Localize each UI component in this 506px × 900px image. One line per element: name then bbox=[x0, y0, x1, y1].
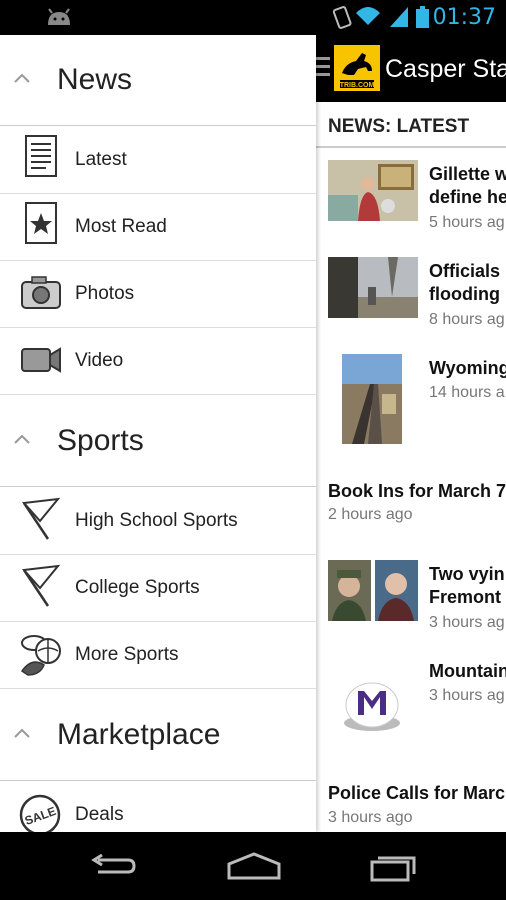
drawer-item-label: Photos bbox=[75, 283, 135, 304]
story-item[interactable]: Wyoming 14 hours a bbox=[316, 342, 506, 457]
pennant-icon bbox=[21, 497, 61, 540]
story-time: 2 hours ago bbox=[328, 506, 413, 523]
drawer-item-label: More Sports bbox=[75, 644, 179, 665]
chevron-up-icon bbox=[14, 73, 30, 83]
story-time: 3 hours ag bbox=[429, 687, 505, 704]
chevron-up-icon bbox=[14, 728, 30, 738]
story-item[interactable]: Police Calls for Marc 3 hours ago bbox=[316, 759, 506, 832]
story-title: Police Calls for Marc bbox=[328, 783, 506, 803]
drawer-item-video[interactable]: Video bbox=[0, 327, 316, 395]
story-item[interactable]: Gillette w define he 5 hours ag bbox=[316, 148, 506, 246]
story-time: 8 hours ag bbox=[429, 311, 505, 328]
pennant-icon bbox=[21, 564, 61, 607]
drawer-toggle-icon[interactable] bbox=[316, 57, 330, 81]
drawer-item-more-sports[interactable]: More Sports bbox=[0, 621, 316, 689]
group-header-sports[interactable]: Sports bbox=[0, 396, 316, 487]
story-time: 3 hours ago bbox=[328, 809, 413, 826]
story-title: Gillette w bbox=[429, 164, 506, 184]
drawer-item-deals[interactable]: SALE Deals bbox=[0, 781, 316, 832]
story-time: 14 hours a bbox=[429, 384, 505, 401]
video-camera-icon bbox=[21, 347, 61, 373]
story-title: Mountain bbox=[429, 661, 506, 681]
group-header-news[interactable]: News bbox=[0, 35, 316, 126]
battery-icon bbox=[416, 6, 429, 28]
drawer-item-latest[interactable]: Latest bbox=[0, 126, 316, 194]
home-icon[interactable] bbox=[227, 852, 281, 880]
story-time: 5 hours ag bbox=[429, 214, 505, 231]
action-bar: TRIB.COM Casper Star-Tribune bbox=[316, 35, 506, 102]
story-thumbnail bbox=[328, 160, 418, 221]
drawer-item-label: Deals bbox=[75, 804, 124, 825]
camera-icon bbox=[21, 276, 61, 309]
story-title: Wyoming bbox=[429, 358, 506, 378]
story-item[interactable]: Mountain 3 hours ag bbox=[316, 645, 506, 760]
wifi-icon bbox=[356, 7, 380, 25]
story-item[interactable]: Two vyin Fremont 3 hours ag bbox=[316, 548, 506, 646]
drawer-item-label: High School Sports bbox=[75, 510, 238, 531]
story-title: Officials bbox=[429, 261, 501, 281]
app-title: Casper Star-Tribune bbox=[385, 55, 506, 83]
app-logo[interactable]: TRIB.COM bbox=[334, 45, 380, 91]
group-label: News bbox=[57, 63, 133, 96]
back-icon[interactable] bbox=[88, 854, 136, 878]
group-label: Marketplace bbox=[57, 718, 221, 751]
story-title-line2: define he bbox=[429, 187, 506, 207]
clock: 01:37 bbox=[432, 5, 496, 30]
story-title-line2: Fremont bbox=[429, 587, 501, 607]
drawer-item-label: Most Read bbox=[75, 216, 167, 237]
signal-icon bbox=[390, 7, 408, 27]
story-item[interactable]: Officials flooding 8 hours ag bbox=[316, 245, 506, 343]
group-header-marketplace[interactable]: Marketplace bbox=[0, 690, 316, 781]
svg-text:TRIB.COM: TRIB.COM bbox=[340, 82, 375, 89]
drawer-item-most-read[interactable]: Most Read bbox=[0, 193, 316, 261]
story-time: 3 hours ag bbox=[429, 614, 505, 631]
star-document-icon bbox=[25, 202, 57, 244]
recent-apps-icon[interactable] bbox=[370, 852, 420, 882]
system-nav-bar bbox=[0, 832, 506, 900]
story-thumbnail bbox=[344, 682, 400, 731]
drawer-item-college-sports[interactable]: College Sports bbox=[0, 554, 316, 622]
vibrate-icon bbox=[332, 6, 352, 29]
group-label: Sports bbox=[57, 424, 144, 457]
navigation-drawer: News Latest Most Read Photos Video Sport… bbox=[0, 35, 316, 832]
sports-balls-icon bbox=[20, 635, 61, 676]
story-thumbnail bbox=[328, 257, 418, 318]
sale-tag-icon: SALE bbox=[19, 794, 61, 832]
story-title: Two vyin bbox=[429, 564, 505, 584]
news-list-screen: TRIB.COM Casper Star-Tribune NEWS: LATES… bbox=[316, 35, 506, 832]
status-bar: 01:37 bbox=[0, 0, 506, 35]
story-thumbnail bbox=[328, 560, 418, 621]
document-icon bbox=[25, 135, 57, 177]
story-title-line2: flooding bbox=[429, 284, 500, 304]
chevron-up-icon bbox=[14, 434, 30, 444]
drawer-item-high-school-sports[interactable]: High School Sports bbox=[0, 487, 316, 555]
section-header: NEWS: LATEST bbox=[316, 102, 506, 148]
drawer-item-label: College Sports bbox=[75, 577, 200, 598]
drawer-item-label: Latest bbox=[75, 149, 127, 170]
status-icons bbox=[332, 6, 429, 29]
section-title: NEWS: LATEST bbox=[328, 116, 470, 137]
drawer-item-label: Video bbox=[75, 350, 124, 371]
android-icon bbox=[48, 8, 70, 25]
story-item[interactable]: Book Ins for March 7 2 hours ago bbox=[316, 456, 506, 549]
story-title: Book Ins for March 7 bbox=[328, 481, 506, 501]
story-thumbnail bbox=[342, 354, 402, 444]
drawer-item-photos[interactable]: Photos bbox=[0, 260, 316, 328]
